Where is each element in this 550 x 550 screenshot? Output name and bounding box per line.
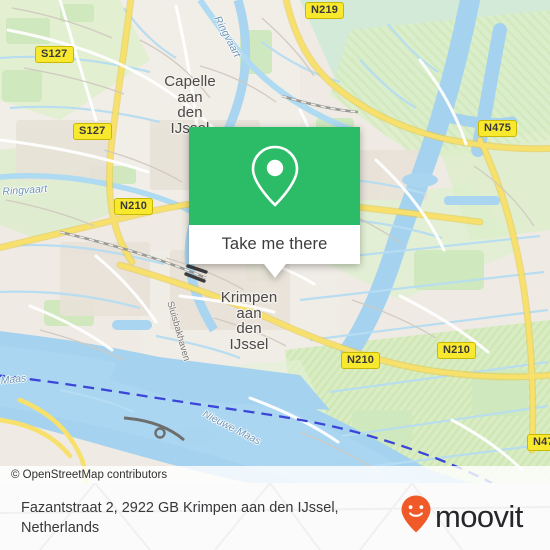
screenshot-root: N219 S127 S127 N475 N210 N210 N210 N475 … [0, 0, 550, 550]
moovit-logo[interactable]: moovit [401, 495, 531, 538]
shield-n475-right: N475 [478, 120, 518, 137]
shield-n219: N219 [305, 2, 345, 19]
shield-n210-left: N210 [114, 198, 154, 215]
map-popup[interactable]: Take me there [189, 127, 360, 278]
shield-n210-right: N210 [437, 342, 477, 359]
shield-s127-top: S127 [35, 46, 74, 63]
popup-arrow [263, 264, 286, 278]
map-attribution[interactable]: © OpenStreetMap contributors [0, 466, 550, 483]
attribution-text: © OpenStreetMap contributors [11, 468, 168, 481]
take-me-there-button[interactable]: Take me there [189, 225, 360, 264]
popup-header [189, 127, 360, 225]
shield-s127-bottom: S127 [73, 123, 112, 140]
take-me-there-label: Take me there [221, 235, 328, 253]
moovit-smiley-pin-icon [401, 495, 431, 538]
address-text: Fazantstraat 2, 2922 GB Krimpen aan den … [21, 499, 339, 536]
moovit-wordmark: moovit [435, 499, 523, 534]
shield-n210-mid: N210 [341, 352, 381, 369]
footer-bar: Fazantstraat 2, 2922 GB Krimpen aan den … [0, 483, 550, 550]
location-pin-icon [248, 143, 302, 209]
shield-n475-corner: N475 [527, 434, 550, 451]
map-canvas[interactable]: N219 S127 S127 N475 N210 N210 N210 N475 … [0, 0, 550, 483]
